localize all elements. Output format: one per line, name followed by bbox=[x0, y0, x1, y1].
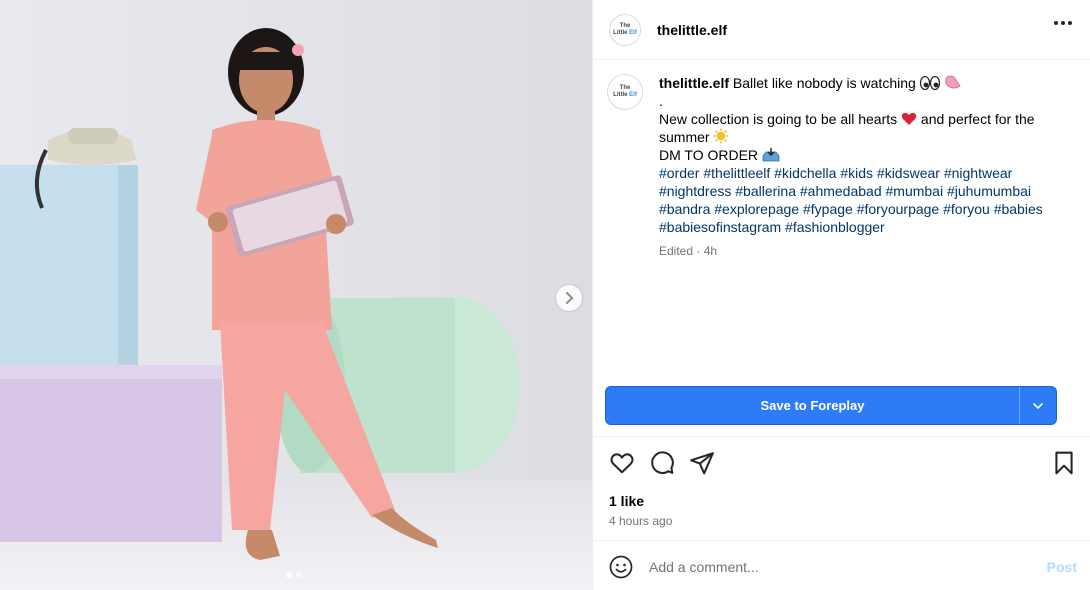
header-username[interactable]: thelittle.elf bbox=[657, 22, 727, 38]
comment-input[interactable] bbox=[649, 559, 1019, 575]
chevron-down-icon bbox=[1033, 402, 1043, 409]
post-photo bbox=[0, 0, 592, 590]
save-options-dropdown[interactable] bbox=[1019, 387, 1056, 424]
post-header: The Little Elf thelittle.elf bbox=[593, 0, 1090, 60]
hashtag-line[interactable]: #nightdress #ballerina #ahmedabad #mumba… bbox=[659, 182, 1069, 200]
carousel-dots bbox=[286, 572, 302, 578]
red-heart-emoji-icon bbox=[901, 112, 917, 125]
divider bbox=[593, 436, 1090, 437]
post-actions bbox=[609, 450, 1075, 476]
share-icon[interactable] bbox=[689, 450, 715, 476]
like-count[interactable]: 1 like bbox=[609, 493, 644, 509]
avatar-text: Little Elf bbox=[613, 92, 637, 99]
heart-icon[interactable] bbox=[609, 450, 635, 476]
avatar-text: The bbox=[619, 85, 631, 91]
caption-line: Ballet like nobody is watching bbox=[732, 75, 916, 91]
caption-line: summer bbox=[659, 129, 710, 145]
caption-text: thelittle.elf Ballet like nobody is watc… bbox=[659, 74, 1069, 260]
carousel-dot-active bbox=[286, 572, 292, 578]
comment-bar: Post bbox=[609, 553, 1077, 581]
sun-emoji-icon bbox=[713, 128, 729, 144]
post-media bbox=[0, 0, 592, 590]
avatar-text-part: Little bbox=[613, 92, 628, 98]
hashtag-line[interactable]: #bandra #explorepage #fypage #foryourpag… bbox=[659, 200, 1069, 218]
eyes-emoji-icon bbox=[919, 76, 940, 90]
avatar[interactable]: The Little Elf bbox=[607, 74, 643, 110]
caption-line: and perfect for the bbox=[920, 111, 1035, 127]
avatar-text-part: Elf bbox=[629, 92, 637, 98]
caption-section: The Little Elf thelittle.elf Ballet like… bbox=[593, 60, 1090, 260]
avatar-text: Little Elf bbox=[613, 30, 637, 37]
caption-line: DM TO ORDER bbox=[659, 147, 759, 163]
post-time[interactable]: 4 hours ago bbox=[609, 514, 672, 528]
save-button-label: Save to Foreplay bbox=[760, 398, 865, 413]
carousel-dot bbox=[296, 572, 302, 578]
bookmark-icon[interactable] bbox=[1051, 450, 1077, 476]
caption-line: New collection is going to be all hearts bbox=[659, 111, 898, 127]
hashtag-line[interactable]: #order #thelittleelf #kidchella #kids #k… bbox=[659, 164, 1069, 182]
save-to-foreplay-button[interactable]: Save to Foreplay bbox=[605, 386, 1057, 425]
ballet-shoe-emoji-icon bbox=[944, 75, 961, 89]
emoji-icon[interactable] bbox=[609, 555, 633, 579]
caption-username[interactable]: thelittle.elf bbox=[659, 75, 729, 91]
caption-line: . bbox=[659, 93, 663, 109]
chevron-right-icon bbox=[566, 292, 574, 304]
avatar[interactable]: The Little Elf bbox=[609, 13, 641, 46]
hashtag-line[interactable]: #babiesofinstagram #fashionblogger bbox=[659, 218, 1069, 236]
post-details-panel: The Little Elf thelittle.elf The Little … bbox=[592, 0, 1090, 590]
comment-icon[interactable] bbox=[649, 450, 675, 476]
carousel-next-button[interactable] bbox=[556, 285, 582, 311]
post-comment-button[interactable]: Post bbox=[1047, 559, 1077, 575]
hashtag-list[interactable]: #order #thelittleelf #kidchella #kids #k… bbox=[659, 164, 1069, 236]
divider bbox=[593, 540, 1090, 541]
avatar-text-part: Elf bbox=[629, 29, 637, 36]
more-options-icon[interactable] bbox=[1054, 21, 1072, 25]
avatar-text-part: Little bbox=[613, 29, 628, 36]
avatar-text: The bbox=[619, 22, 631, 29]
edited-timestamp[interactable]: Edited · 4h bbox=[659, 242, 1069, 260]
inbox-tray-emoji-icon bbox=[762, 148, 780, 162]
